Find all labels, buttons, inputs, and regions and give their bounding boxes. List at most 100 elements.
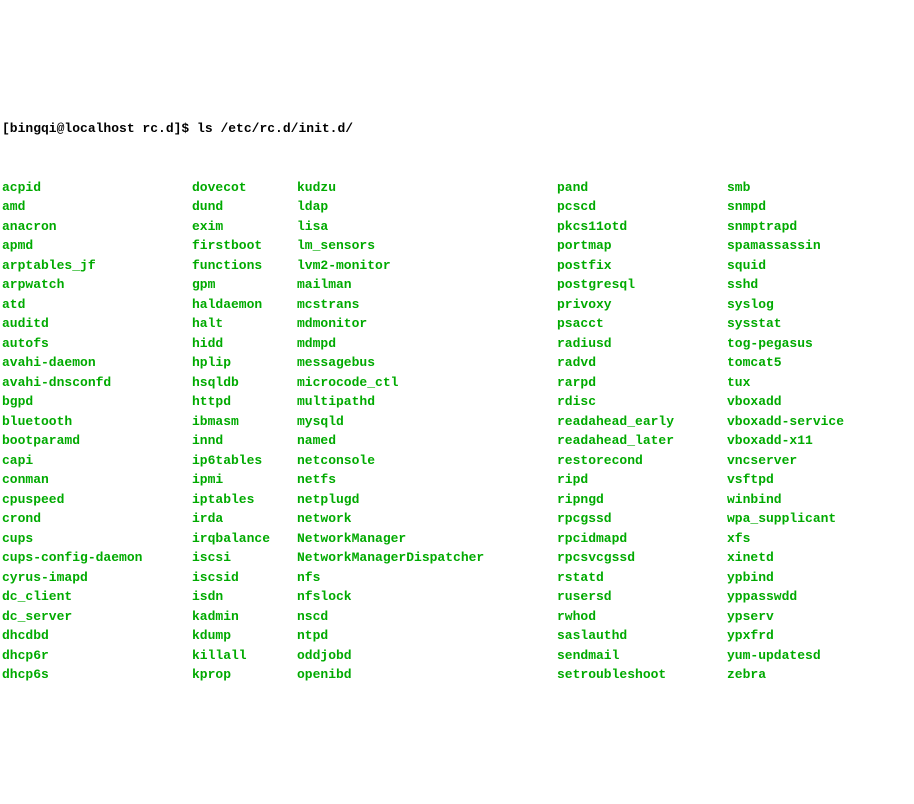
file-entry: setroubleshoot <box>557 665 727 685</box>
ls-listing: acpidamdanacronapmdarptables_jfarpwatcha… <box>2 178 912 685</box>
file-entry: cups <box>2 529 192 549</box>
file-entry: sendmail <box>557 646 727 666</box>
file-entry: arptables_jf <box>2 256 192 276</box>
file-entry: ldap <box>297 197 557 217</box>
file-entry: hsqldb <box>192 373 297 393</box>
column-3: kudzuldaplisalm_sensorslvm2-monitormailm… <box>297 178 557 685</box>
file-entry: iptables <box>192 490 297 510</box>
file-entry: irqbalance <box>192 529 297 549</box>
file-entry: named <box>297 431 557 451</box>
file-entry: rpcgssd <box>557 509 727 529</box>
file-entry: sshd <box>727 275 897 295</box>
file-entry: wpa_supplicant <box>727 509 897 529</box>
file-entry: ripngd <box>557 490 727 510</box>
file-entry: NetworkManagerDispatcher <box>297 548 557 568</box>
file-entry: netconsole <box>297 451 557 471</box>
file-entry: xfs <box>727 529 897 549</box>
file-entry: rwhod <box>557 607 727 627</box>
file-entry: vboxadd-service <box>727 412 897 432</box>
file-entry: dhcp6s <box>2 665 192 685</box>
file-entry: network <box>297 509 557 529</box>
file-entry: ntpd <box>297 626 557 646</box>
file-entry: ypserv <box>727 607 897 627</box>
file-entry: atd <box>2 295 192 315</box>
file-entry: radiusd <box>557 334 727 354</box>
file-entry: ibmasm <box>192 412 297 432</box>
file-entry: halt <box>192 314 297 334</box>
file-entry: lisa <box>297 217 557 237</box>
file-entry: dc_server <box>2 607 192 627</box>
file-entry: messagebus <box>297 353 557 373</box>
file-entry: bgpd <box>2 392 192 412</box>
file-entry: winbind <box>727 490 897 510</box>
file-entry: yum-updatesd <box>727 646 897 666</box>
file-entry: mdmonitor <box>297 314 557 334</box>
file-entry: ypxfrd <box>727 626 897 646</box>
file-entry: smb <box>727 178 897 198</box>
terminal-output: [bingqi@localhost rc.d]$ ls /etc/rc.d/in… <box>2 80 912 704</box>
file-entry: bootparamd <box>2 431 192 451</box>
file-entry: ripd <box>557 470 727 490</box>
file-entry: readahead_early <box>557 412 727 432</box>
file-entry: restorecond <box>557 451 727 471</box>
file-entry: yppasswdd <box>727 587 897 607</box>
file-entry: pcscd <box>557 197 727 217</box>
file-entry: kadmin <box>192 607 297 627</box>
column-1: acpidamdanacronapmdarptables_jfarpwatcha… <box>2 178 192 685</box>
file-entry: autofs <box>2 334 192 354</box>
file-entry: rpcidmapd <box>557 529 727 549</box>
file-entry: anacron <box>2 217 192 237</box>
file-entry: pand <box>557 178 727 198</box>
file-entry: kdump <box>192 626 297 646</box>
file-entry: syslog <box>727 295 897 315</box>
file-entry: apmd <box>2 236 192 256</box>
file-entry: zebra <box>727 665 897 685</box>
file-entry: portmap <box>557 236 727 256</box>
file-entry: dc_client <box>2 587 192 607</box>
file-entry: rusersd <box>557 587 727 607</box>
file-entry: kprop <box>192 665 297 685</box>
file-entry: capi <box>2 451 192 471</box>
file-entry: rdisc <box>557 392 727 412</box>
file-entry: spamassassin <box>727 236 897 256</box>
file-entry: snmptrapd <box>727 217 897 237</box>
file-entry: squid <box>727 256 897 276</box>
file-entry: avahi-daemon <box>2 353 192 373</box>
file-entry: ypbind <box>727 568 897 588</box>
file-entry: vncserver <box>727 451 897 471</box>
file-entry: kudzu <box>297 178 557 198</box>
file-entry: mdmpd <box>297 334 557 354</box>
file-entry: snmpd <box>727 197 897 217</box>
file-entry: exim <box>192 217 297 237</box>
file-entry: privoxy <box>557 295 727 315</box>
file-entry: psacct <box>557 314 727 334</box>
file-entry: mysqld <box>297 412 557 432</box>
shell-prompt: [bingqi@localhost rc.d]$ <box>2 121 189 136</box>
file-entry: microcode_ctl <box>297 373 557 393</box>
file-entry: lm_sensors <box>297 236 557 256</box>
file-entry: dovecot <box>192 178 297 198</box>
file-entry: haldaemon <box>192 295 297 315</box>
file-entry: cups-config-daemon <box>2 548 192 568</box>
file-entry: netplugd <box>297 490 557 510</box>
file-entry: rstatd <box>557 568 727 588</box>
file-entry: avahi-dnsconfd <box>2 373 192 393</box>
column-4: pandpcscdpkcs11otdportmappostfixpostgres… <box>557 178 727 685</box>
file-entry: dhcp6r <box>2 646 192 666</box>
file-entry: postfix <box>557 256 727 276</box>
file-entry: ip6tables <box>192 451 297 471</box>
file-entry: dhcdbd <box>2 626 192 646</box>
file-entry: mailman <box>297 275 557 295</box>
file-entry: radvd <box>557 353 727 373</box>
file-entry: tog-pegasus <box>727 334 897 354</box>
file-entry: functions <box>192 256 297 276</box>
file-entry: crond <box>2 509 192 529</box>
file-entry: vboxadd-x11 <box>727 431 897 451</box>
file-entry: iscsi <box>192 548 297 568</box>
file-entry: openibd <box>297 665 557 685</box>
file-entry: lvm2-monitor <box>297 256 557 276</box>
file-entry: netfs <box>297 470 557 490</box>
file-entry: isdn <box>192 587 297 607</box>
file-entry: readahead_later <box>557 431 727 451</box>
file-entry: cyrus-imapd <box>2 568 192 588</box>
